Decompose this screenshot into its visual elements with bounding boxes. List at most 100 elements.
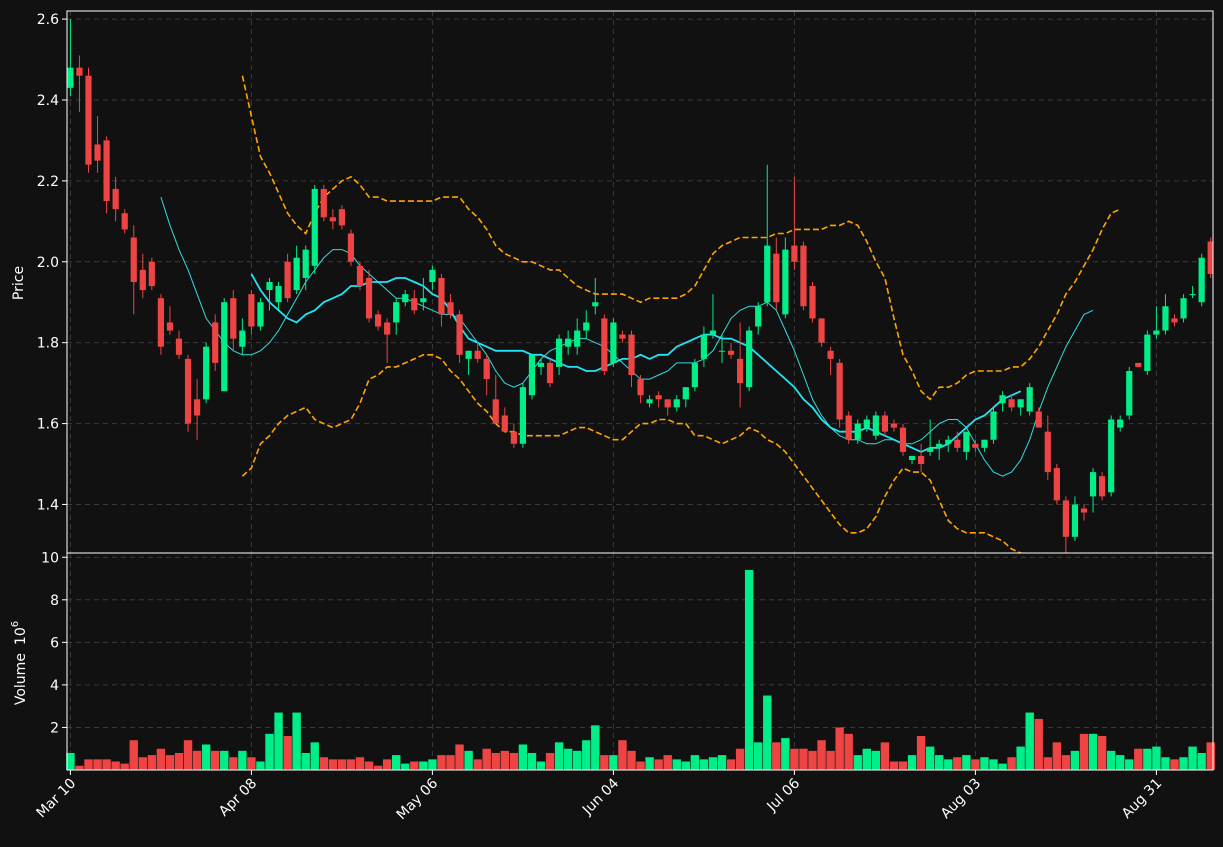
volume-bar bbox=[491, 752, 500, 770]
candle-body bbox=[510, 431, 517, 444]
volume-bar bbox=[609, 755, 618, 770]
volume-bar bbox=[1161, 757, 1170, 770]
candle-body bbox=[872, 415, 879, 436]
volume-bar bbox=[799, 748, 808, 770]
candle-body bbox=[1108, 419, 1115, 493]
volume-bar bbox=[844, 733, 853, 770]
volume-bar bbox=[573, 750, 582, 770]
candle-body bbox=[112, 188, 119, 210]
candle-body bbox=[700, 334, 707, 359]
candle-body bbox=[908, 455, 916, 460]
volume-bar bbox=[1197, 752, 1206, 770]
volume-bar bbox=[129, 740, 138, 770]
stock-chart: Mar 10 Apr 08 May 06 Jun 04 Jul 06 Aug 03 Aug … bbox=[0, 0, 1223, 842]
volume-bar bbox=[401, 763, 410, 770]
volume-bar bbox=[220, 750, 229, 770]
volume-bar bbox=[1143, 748, 1152, 770]
candle-body bbox=[628, 334, 635, 376]
candle-body bbox=[85, 75, 92, 165]
volume-bar bbox=[1052, 742, 1062, 770]
candle-body bbox=[67, 67, 74, 88]
volume-axis-title-text: Volume bbox=[13, 653, 29, 705]
volume-bar bbox=[437, 755, 446, 770]
volume-bar bbox=[772, 742, 781, 770]
volume-bar bbox=[310, 742, 319, 770]
candle-body bbox=[257, 302, 264, 327]
candle-body bbox=[1135, 362, 1142, 367]
candle-body bbox=[1026, 387, 1033, 412]
volume-bar bbox=[735, 748, 745, 770]
candle-body bbox=[854, 423, 861, 440]
volume-bar bbox=[120, 763, 129, 770]
volume-bar bbox=[925, 746, 935, 770]
volume-bar bbox=[256, 761, 265, 770]
volume-bar bbox=[446, 755, 455, 770]
volume-bar bbox=[654, 759, 663, 770]
volume-bar bbox=[699, 759, 709, 770]
volume-bar bbox=[690, 755, 700, 770]
candle-body bbox=[1117, 419, 1124, 428]
volume-bar bbox=[1170, 759, 1179, 770]
volume-bar bbox=[663, 755, 672, 770]
volume-bar bbox=[1070, 750, 1080, 770]
candle-body bbox=[583, 322, 590, 331]
volume-bar bbox=[84, 759, 93, 770]
volume-bar bbox=[355, 757, 365, 770]
volume-bar bbox=[464, 750, 473, 770]
volume-bar bbox=[826, 750, 835, 770]
volume-bar bbox=[600, 755, 609, 770]
candle-body bbox=[320, 188, 327, 218]
volume-bar bbox=[962, 755, 971, 770]
volume-y-tick-label: 6 bbox=[50, 635, 59, 651]
volume-bar bbox=[346, 759, 356, 770]
price-y-tick-label: 2.0 bbox=[37, 255, 59, 271]
volume-bar bbox=[410, 761, 419, 770]
candle-body bbox=[782, 249, 789, 315]
volume-axis-unit-exponent: 6 bbox=[10, 621, 21, 627]
candle-body bbox=[673, 399, 680, 408]
candle-body bbox=[94, 144, 101, 161]
candle-body bbox=[737, 358, 744, 384]
volume-bar bbox=[980, 757, 989, 770]
volume-bar bbox=[554, 742, 564, 770]
candle-body bbox=[1180, 298, 1187, 319]
volume-axis-title: Volume 106 bbox=[10, 621, 29, 705]
volume-bar bbox=[862, 748, 871, 770]
candle-body bbox=[610, 322, 617, 363]
candle-body bbox=[592, 302, 599, 307]
volume-bar bbox=[328, 759, 338, 770]
candle-body bbox=[574, 330, 581, 347]
candle-body bbox=[809, 286, 816, 319]
candle-body bbox=[1053, 468, 1060, 501]
volume-bar bbox=[147, 755, 157, 770]
candle-body bbox=[1080, 508, 1088, 513]
volume-bar bbox=[382, 759, 392, 770]
candle-body bbox=[329, 217, 336, 222]
candle-body bbox=[981, 439, 988, 448]
candle-body bbox=[727, 350, 735, 355]
candle-body bbox=[311, 188, 318, 266]
axis-labels: Price Volume 106 bbox=[10, 266, 29, 705]
chart-canvas: Mar 10 Apr 08 May 06 Jun 04 Jul 06 Aug 03 Aug … bbox=[10, 10, 1215, 823]
volume-bar bbox=[944, 759, 953, 770]
volume-bar bbox=[907, 755, 917, 770]
candle-body bbox=[492, 399, 499, 424]
candle-body bbox=[130, 237, 137, 282]
volume-bar bbox=[102, 759, 111, 770]
candle-body bbox=[619, 334, 626, 339]
candle-body bbox=[990, 411, 997, 440]
volume-bar bbox=[916, 735, 926, 770]
volume-bar bbox=[419, 761, 428, 770]
volume-bar bbox=[518, 744, 528, 770]
volume-bar bbox=[174, 752, 184, 770]
candle-body bbox=[1089, 472, 1097, 497]
candle-body bbox=[746, 330, 753, 388]
candle-body bbox=[546, 362, 554, 384]
volume-bar bbox=[165, 755, 175, 770]
volume-bar bbox=[192, 750, 202, 770]
volume-bar bbox=[989, 759, 998, 770]
volume-bar bbox=[763, 695, 772, 770]
volume-bar bbox=[527, 752, 537, 770]
candle-body bbox=[347, 233, 355, 262]
volume-bar bbox=[500, 750, 509, 770]
